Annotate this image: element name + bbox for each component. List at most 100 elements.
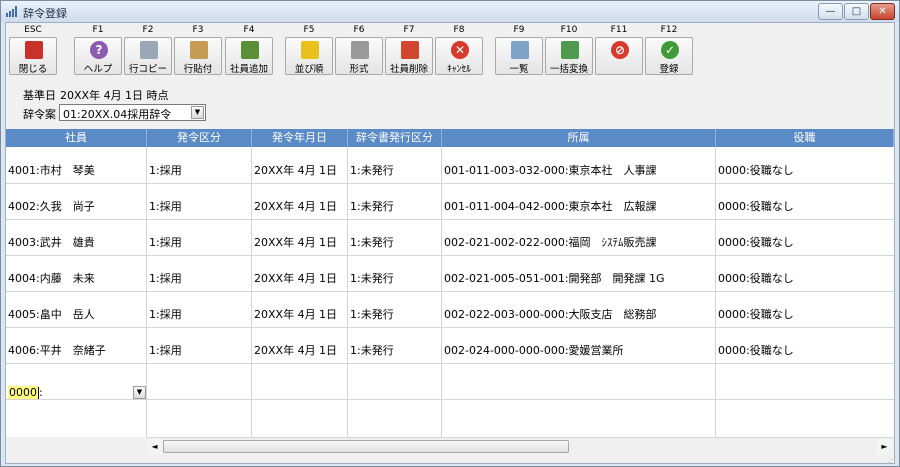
table-cell[interactable]: 1:採用 <box>149 344 182 358</box>
table-cell[interactable]: 002-024-000-000-000:愛媛営業所 <box>444 344 624 358</box>
fkey-button-label: 行貼付 <box>183 64 213 75</box>
client-area: ESC 閉じる F1? ヘルプ F2 行コピー F3 行貼付 F4 社員追加 F5 並び順 F6 形式 F7… <box>5 22 895 464</box>
table-cell[interactable]: 20XX年 4月 1日 <box>254 272 337 286</box>
plan-dropdown-button[interactable]: ▼ <box>191 106 204 119</box>
row-divider <box>6 219 894 220</box>
register-check-icon: ✓ <box>661 41 679 59</box>
fkey-esc: ESC 閉じる <box>9 23 57 76</box>
close-icon: ✕ <box>878 6 887 17</box>
title-bar[interactable]: 辞令登録 — □ ✕ <box>1 1 899 22</box>
fkey-button-label: ｷｬﾝｾﾙ <box>447 64 471 75</box>
table-cell[interactable]: 4005:畠中 岳人 <box>8 308 95 322</box>
row-divider <box>6 255 894 256</box>
delete-employee-button[interactable]: 社員削除 <box>385 37 433 75</box>
scroll-thumb[interactable] <box>163 440 569 453</box>
table-cell[interactable]: 4002:久我 尚子 <box>8 200 95 214</box>
add-employee-button[interactable]: 社員追加 <box>225 37 273 75</box>
close-button[interactable]: ✕ <box>870 3 895 20</box>
table-cell[interactable]: 20XX年 4月 1日 <box>254 308 337 322</box>
fkey-label: F2 <box>142 25 154 35</box>
table-cell[interactable]: 1:未発行 <box>350 236 394 250</box>
table-cell[interactable]: 1:採用 <box>149 308 182 322</box>
table-cell[interactable]: 0000:役職なし <box>718 308 794 322</box>
row-divider <box>6 291 894 292</box>
fkey-label: F4 <box>243 25 255 35</box>
base-date-value: 20XX年 4月 1日 時点 <box>60 89 169 102</box>
help-button[interactable]: ? ヘルプ <box>74 37 122 75</box>
chevron-down-icon: ▼ <box>194 108 201 116</box>
table-cell[interactable]: 20XX年 4月 1日 <box>254 164 337 178</box>
fkey-button-label: 一覧 <box>509 64 529 75</box>
table-cell[interactable]: 1:採用 <box>149 164 182 178</box>
table-cell[interactable]: 4003:武井 雄貴 <box>8 236 95 250</box>
table-cell[interactable]: 002-021-005-051-001:開発部 開発課 1G <box>444 272 665 286</box>
cancel-button[interactable]: ✕ ｷｬﾝｾﾙ <box>435 37 483 75</box>
sort-order-button[interactable]: 並び順 <box>285 37 333 75</box>
plan-select[interactable]: 01:20XX.04採用辞令 ▼ <box>59 104 206 121</box>
fkey-button-label: 登録 <box>659 64 679 75</box>
scroll-left-button[interactable]: ◄ <box>147 439 162 454</box>
format-gear-button[interactable]: 形式 <box>335 37 383 75</box>
column-header[interactable]: 辞令書発行区分 <box>348 129 442 147</box>
table-cell[interactable]: 4004:内藤 未来 <box>8 272 95 286</box>
fkey-button-label: 一括変換 <box>549 64 588 75</box>
copy-row-button[interactable]: 行コピー <box>124 37 172 75</box>
table-cell[interactable]: 20XX年 4月 1日 <box>254 200 337 214</box>
table-cell[interactable]: 20XX年 4月 1日 <box>254 344 337 358</box>
table-cell[interactable]: 1:採用 <box>149 272 182 286</box>
bulk-convert-button[interactable]: 一括変換 <box>545 37 593 75</box>
table-cell[interactable]: 1:未発行 <box>350 344 394 358</box>
table-cell[interactable]: 1:未発行 <box>350 272 394 286</box>
table-cell[interactable]: 20XX年 4月 1日 <box>254 236 337 250</box>
horizontal-scrollbar[interactable]: ◄ ► <box>146 437 894 454</box>
table-cell[interactable]: 1:採用 <box>149 200 182 214</box>
table-cell[interactable]: 001-011-003-032-000:東京本社 人事課 <box>444 164 657 178</box>
fkey-button-label: ヘルプ <box>83 64 113 75</box>
column-header[interactable]: 社員 <box>6 129 147 147</box>
maximize-button[interactable]: □ <box>844 3 869 20</box>
fkey-label: F11 <box>610 25 628 35</box>
no-entry-button[interactable]: ⊘ <box>595 37 643 75</box>
table-cell[interactable]: 0000:役職なし <box>718 272 794 286</box>
table-cell[interactable]: 4001:市村 琴美 <box>8 164 95 178</box>
table-cell[interactable]: 1:採用 <box>149 236 182 250</box>
new-row-employee-input[interactable]: 0000: ▼ <box>8 386 146 400</box>
table-cell[interactable]: 1:未発行 <box>350 308 394 322</box>
add-employee-icon <box>241 41 259 59</box>
resize-grip-icon[interactable]: ⋰ <box>888 455 898 465</box>
table-cell[interactable]: 1:未発行 <box>350 164 394 178</box>
register-check-button[interactable]: ✓ 登録 <box>645 37 693 75</box>
base-date-label: 基準日 <box>23 89 56 102</box>
column-header[interactable]: 所属 <box>442 129 716 147</box>
table-cell[interactable]: 002-022-003-000-000:大阪支店 総務部 <box>444 308 657 322</box>
fkey-f1: F1? ヘルプ <box>74 23 122 76</box>
column-header[interactable]: 役職 <box>716 129 894 147</box>
table-cell[interactable]: 4006:平井 奈緒子 <box>8 344 106 358</box>
fkey-label: F9 <box>513 25 525 35</box>
table-cell[interactable]: 001-011-004-042-000:東京本社 広報課 <box>444 200 657 214</box>
table-cell[interactable]: 0000:役職なし <box>718 200 794 214</box>
minimize-button[interactable]: — <box>818 3 843 20</box>
scroll-right-button[interactable]: ► <box>877 439 892 454</box>
appointment-grid[interactable]: 社員 発令区分 発令年月日 辞令書発行区分 所属 役職 4001:市村 琴美 1:採用 20X… <box>6 129 894 437</box>
column-divider <box>347 147 348 437</box>
table-cell[interactable]: 1:未発行 <box>350 200 394 214</box>
fkey-f11: F11 ⊘ <box>595 23 643 76</box>
paste-row-button[interactable]: 行貼付 <box>174 37 222 75</box>
list-search-button[interactable]: 一覧 <box>495 37 543 75</box>
table-cell[interactable]: 002-021-002-022-000:福岡 ｼｽﾃﾑ販売課 <box>444 236 657 250</box>
help-icon: ? <box>90 41 108 59</box>
table-cell[interactable]: 0000:役職なし <box>718 236 794 250</box>
app-icon <box>6 6 18 17</box>
table-cell[interactable]: 0000:役職なし <box>718 344 794 358</box>
format-gear-icon <box>351 41 369 59</box>
close-window-button[interactable]: 閉じる <box>9 37 57 75</box>
fkey-button-label: 社員削除 <box>389 64 428 75</box>
new-row-separator: : <box>39 386 43 399</box>
delete-employee-icon <box>401 41 419 59</box>
table-cell[interactable]: 0000:役職なし <box>718 164 794 178</box>
employee-dropdown-button[interactable]: ▼ <box>133 386 146 399</box>
fkey-button-label: 閉じる <box>18 64 48 75</box>
column-header[interactable]: 発令年月日 <box>252 129 348 147</box>
column-header[interactable]: 発令区分 <box>147 129 252 147</box>
